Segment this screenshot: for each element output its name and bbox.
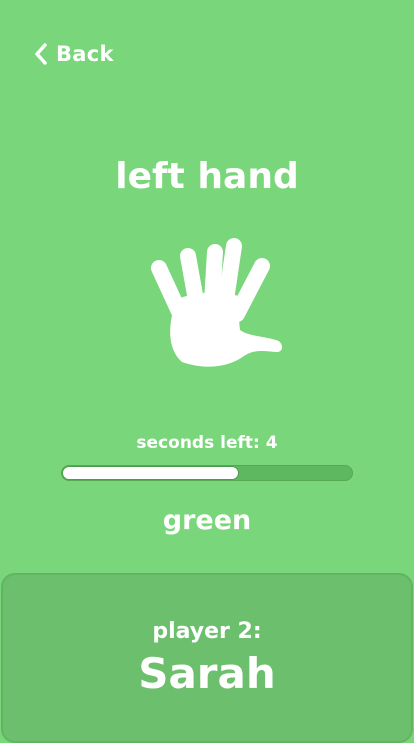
hand-title: left hand (115, 156, 299, 197)
player-label: player 2: (152, 619, 262, 644)
chevron-left-icon (34, 42, 48, 66)
timer-progress-bar (61, 465, 353, 481)
player-name: Sarah (138, 649, 276, 698)
back-button[interactable]: Back (34, 38, 114, 70)
color-word: green (162, 505, 252, 536)
hand-icon (142, 232, 290, 378)
timer-progress-fill (62, 466, 239, 480)
player-panel: player 2: Sarah (1, 573, 413, 743)
seconds-left-label: seconds left: 4 (136, 433, 278, 453)
back-label: Back (56, 42, 114, 66)
